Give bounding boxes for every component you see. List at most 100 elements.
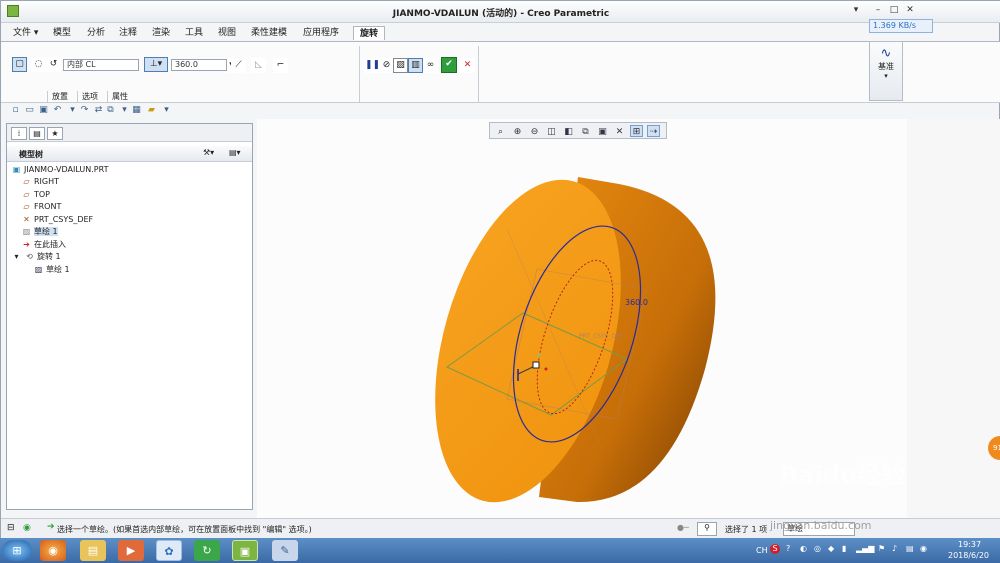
angle-type-dropdown[interactable]: ⊥▾ bbox=[144, 57, 168, 72]
minimize-icon[interactable]: – bbox=[871, 4, 885, 16]
start-button[interactable]: ⊞ bbox=[2, 540, 32, 561]
no-preview-icon[interactable]: ⊘ bbox=[379, 58, 394, 73]
display-style-icon[interactable]: ◧ bbox=[562, 125, 575, 137]
tab-model[interactable]: 模型 bbox=[47, 26, 77, 40]
thicken-icon[interactable]: ⌐ bbox=[273, 58, 288, 73]
datum-display-icon[interactable]: ✕ bbox=[613, 125, 626, 137]
folder-icon[interactable]: ▰ bbox=[146, 105, 157, 116]
tab-options[interactable]: 选项 bbox=[77, 91, 102, 103]
model-tree-tab-icon[interactable]: ⁞ bbox=[11, 127, 27, 140]
tree-item-top[interactable]: ▱ TOP bbox=[21, 189, 50, 201]
tab-file[interactable]: 文件 ▾ bbox=[7, 26, 44, 40]
new-file-icon[interactable]: ▫ bbox=[10, 105, 21, 116]
repaint-icon[interactable]: ◫ bbox=[545, 125, 558, 137]
tab-revolve[interactable]: 旋转 bbox=[353, 26, 386, 40]
tab-annotate[interactable]: 注释 bbox=[113, 26, 143, 40]
sogou-icon[interactable]: S bbox=[770, 544, 780, 554]
media-player-taskbar-icon[interactable]: ▶ bbox=[118, 540, 144, 561]
redo-icon[interactable]: ↷ bbox=[79, 105, 90, 116]
tab-properties[interactable]: 属性 bbox=[107, 91, 132, 103]
tree-settings-icon[interactable]: ⚒▾ bbox=[203, 148, 214, 157]
shield-icon[interactable]: ◆ bbox=[828, 544, 834, 553]
close-window-icon[interactable]: ▦ bbox=[131, 105, 142, 116]
part-icon: ▣ bbox=[12, 165, 21, 174]
creo-taskbar-icon[interactable]: ▣ bbox=[232, 540, 258, 561]
undo-dropdown-icon[interactable]: ▾ bbox=[67, 105, 78, 116]
tab-analysis[interactable]: 分析 bbox=[81, 26, 111, 40]
annotation-display-icon[interactable]: ⇢ bbox=[647, 125, 660, 137]
remove-material-icon[interactable]: ◺ bbox=[251, 58, 266, 73]
tray-icon-network-b[interactable]: ◎ bbox=[814, 544, 821, 553]
pause-icon[interactable]: ❚❚ bbox=[364, 58, 380, 73]
tab-view[interactable]: 视图 bbox=[212, 26, 242, 40]
tree-item-part[interactable]: ▣ JIANMO-VDAILUN.PRT bbox=[11, 164, 109, 176]
title-bar: JIANMO-VDAILUN (活动的) - Creo Parametric ▾… bbox=[1, 1, 1000, 23]
ok-check-icon[interactable]: ✔ bbox=[441, 57, 457, 73]
angle-input[interactable]: 360.0 bbox=[171, 59, 227, 71]
tree-item-csys[interactable]: ✕ PRT_CSYS_DEF bbox=[21, 214, 93, 226]
regenerate-icon[interactable]: ⇄ bbox=[93, 105, 104, 116]
flip-direction-icon[interactable]: ⟋ bbox=[231, 58, 246, 73]
folder-browser-tab-icon[interactable]: ▤ bbox=[29, 127, 45, 140]
zoom-out-icon[interactable]: ⊖ bbox=[528, 125, 541, 137]
glasses-icon[interactable]: ∞ bbox=[423, 58, 438, 73]
tree-show-icon[interactable]: ▤▾ bbox=[229, 148, 241, 157]
tab-applications[interactable]: 应用程序 bbox=[297, 26, 345, 40]
clock-date[interactable]: 2018/6/20 bbox=[948, 551, 989, 560]
tree-item-revolve-sketch[interactable]: ▨ 草绘 1 bbox=[33, 264, 70, 276]
toggle-navigator-icon[interactable]: ⊟ bbox=[7, 523, 15, 533]
customize-toolbar-icon[interactable]: ▾ bbox=[161, 105, 172, 116]
input-icon[interactable]: ◉ bbox=[920, 544, 927, 553]
qq-icon[interactable]: ◐ bbox=[800, 544, 807, 553]
view-manager-icon[interactable]: ▣ bbox=[596, 125, 609, 137]
tree-item-front[interactable]: ▱ FRONT bbox=[21, 201, 61, 213]
surface-icon[interactable]: ◌ bbox=[31, 57, 46, 72]
browser-taskbar-icon[interactable]: ◉ bbox=[40, 540, 66, 561]
paint-taskbar-icon[interactable]: ✎ bbox=[272, 540, 298, 561]
favorites-tab-icon[interactable]: ★ bbox=[47, 127, 63, 140]
ime-indicator[interactable]: CH bbox=[756, 546, 768, 555]
saved-orientations-icon[interactable]: ⧉ bbox=[579, 125, 592, 137]
network-icon[interactable]: ▤ bbox=[906, 544, 914, 553]
preview-icon[interactable]: ▨ bbox=[393, 58, 408, 73]
signal-icon[interactable]: ▂▄▆ bbox=[856, 544, 874, 553]
flip-icon[interactable]: ↺ bbox=[46, 57, 61, 72]
zoom-in-icon[interactable]: ⊕ bbox=[511, 125, 524, 137]
window-icon[interactable]: ⧉ bbox=[105, 105, 116, 116]
axis-collector[interactable]: 内部 CL bbox=[63, 59, 139, 71]
tree-item-sketch1[interactable]: ▨ 草绘 1 bbox=[21, 226, 58, 238]
close-icon[interactable]: ✕ bbox=[903, 4, 917, 16]
flag-icon[interactable]: ⚑ bbox=[878, 544, 885, 553]
360-taskbar-icon[interactable]: ↻ bbox=[194, 540, 220, 561]
volume-icon[interactable]: ♪ bbox=[892, 544, 897, 553]
baidu-netdisk-taskbar-icon[interactable]: ✿ bbox=[156, 540, 182, 561]
help-tray-icon[interactable]: ? bbox=[786, 544, 790, 553]
datum-group[interactable]: ∿ 基准 ▾ bbox=[869, 41, 903, 101]
verify-icon[interactable]: ▥ bbox=[408, 58, 423, 73]
windows-dropdown-icon[interactable]: ▾ bbox=[119, 105, 130, 116]
maximize-icon[interactable]: □ bbox=[887, 4, 901, 16]
open-file-icon[interactable]: ▭ bbox=[24, 105, 35, 116]
tree-item-insert-here[interactable]: ➔ 在此插入 bbox=[21, 239, 66, 251]
help-icon[interactable]: ▾ bbox=[849, 4, 863, 16]
tab-render[interactable]: 渲染 bbox=[146, 26, 176, 40]
clock-time[interactable]: 19:37 bbox=[958, 540, 981, 549]
cancel-x-icon[interactable]: ✕ bbox=[460, 58, 475, 73]
status-message: 选择一个草绘。(如果首选内部草绘，可在放置面板中找到 "编辑" 选项。) bbox=[57, 525, 312, 534]
solid-icon[interactable]: ▢ bbox=[12, 57, 27, 72]
tree-item-revolve1[interactable]: ▾ ⟲ 旋转 1 bbox=[11, 251, 60, 263]
undo-icon[interactable]: ↶ bbox=[52, 105, 63, 116]
spin-center-icon[interactable]: ⊞ bbox=[630, 125, 643, 137]
explorer-taskbar-icon[interactable]: ▤ bbox=[80, 540, 106, 561]
tree-item-label: FRONT bbox=[34, 202, 62, 211]
tree-item-right[interactable]: ▱ RIGHT bbox=[21, 176, 59, 188]
browser-icon[interactable]: ◉ bbox=[23, 523, 31, 533]
battery-icon[interactable]: ▮ bbox=[842, 544, 846, 553]
tab-tools[interactable]: 工具 bbox=[179, 26, 209, 40]
save-icon[interactable]: ▣ bbox=[38, 105, 49, 116]
refit-icon[interactable]: ⌕ bbox=[494, 125, 507, 137]
find-icon[interactable]: ⚲ bbox=[697, 522, 717, 536]
tab-flexible-modeling[interactable]: 柔性建模 bbox=[245, 26, 293, 40]
tree-item-label: 在此插入 bbox=[34, 240, 66, 249]
tab-placement[interactable]: 放置 bbox=[47, 91, 72, 103]
